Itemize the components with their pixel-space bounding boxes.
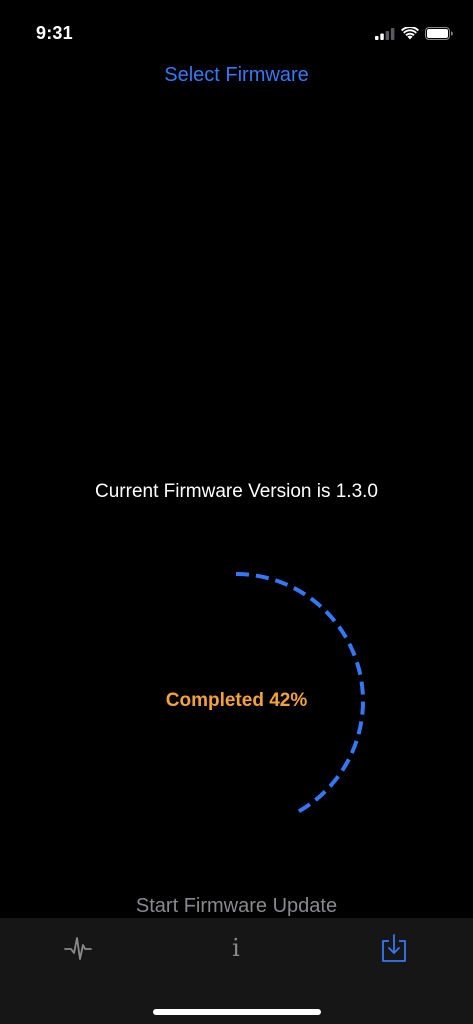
- home-indicator: [152, 1009, 321, 1015]
- progress-label: Completed 42%: [165, 690, 308, 711]
- info-icon: i: [232, 934, 240, 962]
- tab-waveform[interactable]: [48, 928, 108, 968]
- tab-bar: i: [0, 918, 473, 1024]
- tab-firmware-update[interactable]: [364, 928, 424, 968]
- tab-info[interactable]: i: [206, 928, 266, 968]
- download-icon: [382, 934, 406, 962]
- progress-ring: [235, 572, 365, 815]
- start-firmware-update-button[interactable]: Start Firmware Update: [0, 895, 473, 918]
- waveform-icon: [64, 937, 92, 960]
